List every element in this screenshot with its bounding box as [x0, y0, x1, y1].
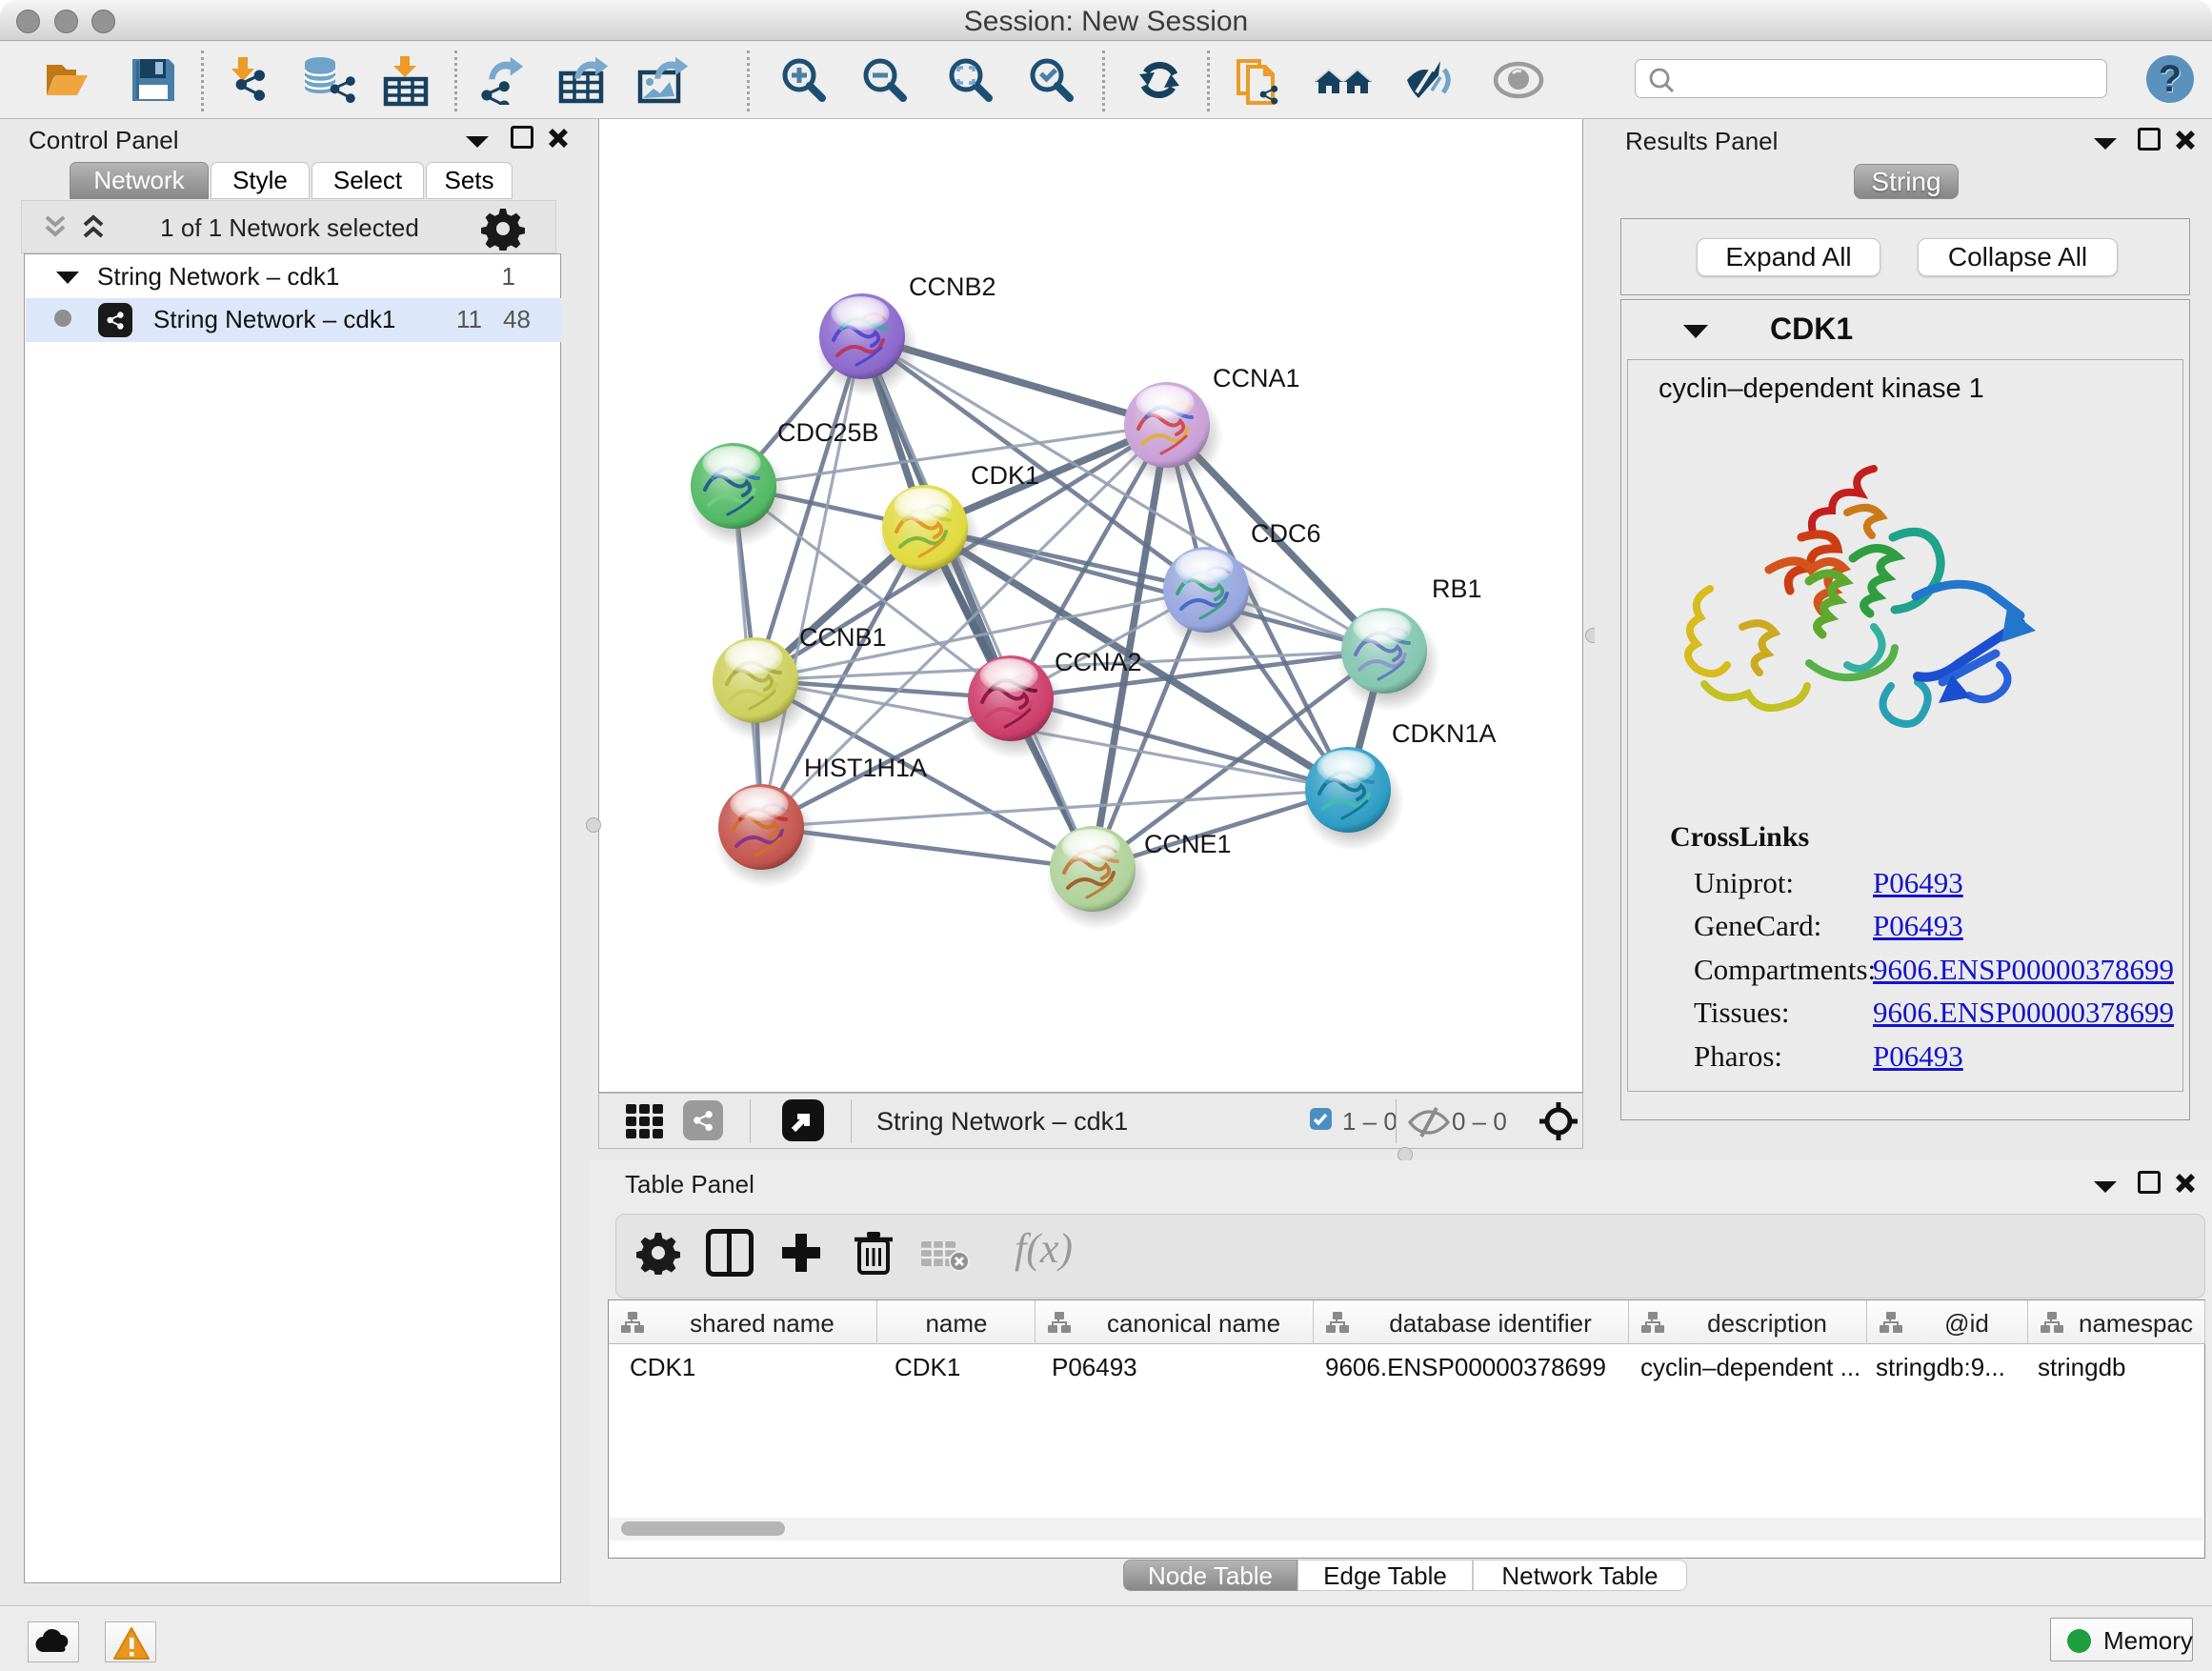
svg-text:CCNE1: CCNE1 [1144, 830, 1232, 858]
svg-text:CDK1: CDK1 [971, 461, 1039, 490]
svg-text:CDKN1A: CDKN1A [1392, 719, 1497, 748]
svg-text:CCNB2: CCNB2 [909, 272, 996, 301]
svg-text:HIST1H1A: HIST1H1A [804, 754, 927, 782]
svg-text:CDC25B: CDC25B [777, 418, 879, 447]
svg-text:CCNA2: CCNA2 [1055, 648, 1142, 676]
svg-text:RB1: RB1 [1432, 574, 1482, 603]
svg-text:CDC6: CDC6 [1251, 519, 1321, 548]
svg-text:CCNA1: CCNA1 [1213, 364, 1300, 393]
svg-text:CCNB1: CCNB1 [799, 623, 887, 652]
